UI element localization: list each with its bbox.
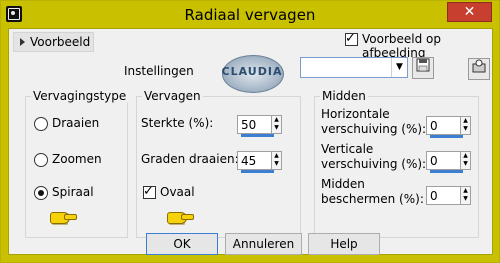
blur-type-title: Vervagingstype [31,89,129,103]
vshift-slider-bar[interactable] [430,170,463,173]
expand-arrow-icon [20,38,25,46]
vshift-label-line2: verschuiving (%): [321,157,427,171]
hshift-stepper[interactable]: 0 ▲ ▼ [426,116,471,138]
spin-arrows-icon[interactable]: ▲ ▼ [460,187,470,204]
center-title: Midden [320,89,368,103]
vshift-stepper[interactable]: 0 ▲ ▼ [426,151,471,173]
dialog-client-area: Voorbeeld ✓ Voorbeeld op afbeelding Inst… [8,28,493,255]
cancel-button[interactable]: Annuleren [225,233,302,255]
vshift-label-line1: Verticale [321,142,374,156]
watermark-logo: CLAUDIA [217,49,287,99]
pointer-finger [64,214,77,220]
radio-selected-dot [38,190,44,196]
spin-arrows-icon[interactable]: ▲ ▼ [460,117,470,134]
hshift-label-line1: Horizontale [321,107,390,121]
spin-arrows-icon[interactable]: ▲ ▼ [460,152,470,169]
preview-on-image-label: Voorbeeld op afbeelding [362,32,442,60]
strength-value: 50 [241,118,257,132]
help-button[interactable]: Help [308,233,380,255]
preset-manager-button[interactable] [468,58,490,80]
spin-arrows-icon[interactable]: ▲ ▼ [271,152,281,169]
oval-checkbox[interactable]: ✓ [143,184,156,199]
protect-label-line2: beschermen (%): [321,192,424,206]
strength-label: Sterkte (%): [141,116,214,130]
blur-settings-group: Vervagen Sterkte (%): 50 ▲ ▼ Graden draai… [136,89,301,238]
hshift-slider-bar[interactable] [430,135,463,138]
radio-draaien[interactable] [34,117,48,131]
center-group: Midden Horizontale verschuiving (%): 0 ▲… [314,89,479,238]
spin-arrows-icon[interactable]: ▲ ▼ [271,116,281,133]
hshift-label-line2: verschuiving (%): [321,122,427,136]
radio-spiraal-label: Spiraal [52,185,94,199]
rotation-label: Graden draaien: [141,152,239,166]
radio-spiraal[interactable] [34,186,48,200]
title-bar[interactable]: Radiaal vervagen ✕ [1,1,499,28]
checkmark-icon: ✓ [143,184,154,199]
close-button[interactable]: ✕ [447,2,492,22]
save-preset-button[interactable] [412,57,434,79]
pointing-hand-icon [46,207,77,227]
blur-type-group: Vervagingstype Draaien Zoomen Spiraal [25,89,129,238]
protect-stepper[interactable]: 0 ▲ ▼ [426,186,471,205]
pointer-finger [181,214,194,220]
ok-button[interactable]: OK [146,233,218,255]
radio-draaien-label: Draaien [52,116,100,130]
hshift-value: 0 [430,119,438,133]
checkmark-icon: ✓ [345,31,356,46]
settings-preset-dropdown[interactable]: ▼ [300,57,408,78]
dialog-window: Radiaal vervagen ✕ Voorbeeld ✓ Voorbeeld… [0,0,500,263]
radio-zoomen-label: Zoomen [52,152,102,166]
blur-settings-title: Vervagen [142,89,203,103]
vshift-value: 0 [430,154,438,168]
radio-zoomen[interactable] [34,153,48,167]
preset-icon [472,59,486,73]
rotation-slider-bar[interactable] [241,170,274,173]
preview-toggle-button[interactable]: Voorbeeld [13,32,94,52]
window-title: Radiaal vervagen [184,6,316,24]
strength-stepper[interactable]: 50 ▲ ▼ [237,115,282,137]
preview-toggle-label: Voorbeeld [30,35,91,49]
watermark-text: CLAUDIA [221,65,283,78]
rotation-stepper[interactable]: 45 ▲ ▼ [237,151,282,173]
settings-label: Instellingen [124,64,194,78]
protect-value: 0 [430,189,438,203]
chevron-down-icon[interactable]: ▼ [391,58,407,77]
protect-label-line1: Midden [321,177,365,191]
strength-slider-bar[interactable] [241,134,274,137]
pointing-hand-icon [163,207,194,227]
preview-on-image-checkbox[interactable]: ✓ [345,31,358,46]
save-icon [416,58,430,72]
oval-label: Ovaal [160,185,195,199]
rotation-value: 45 [241,154,257,168]
